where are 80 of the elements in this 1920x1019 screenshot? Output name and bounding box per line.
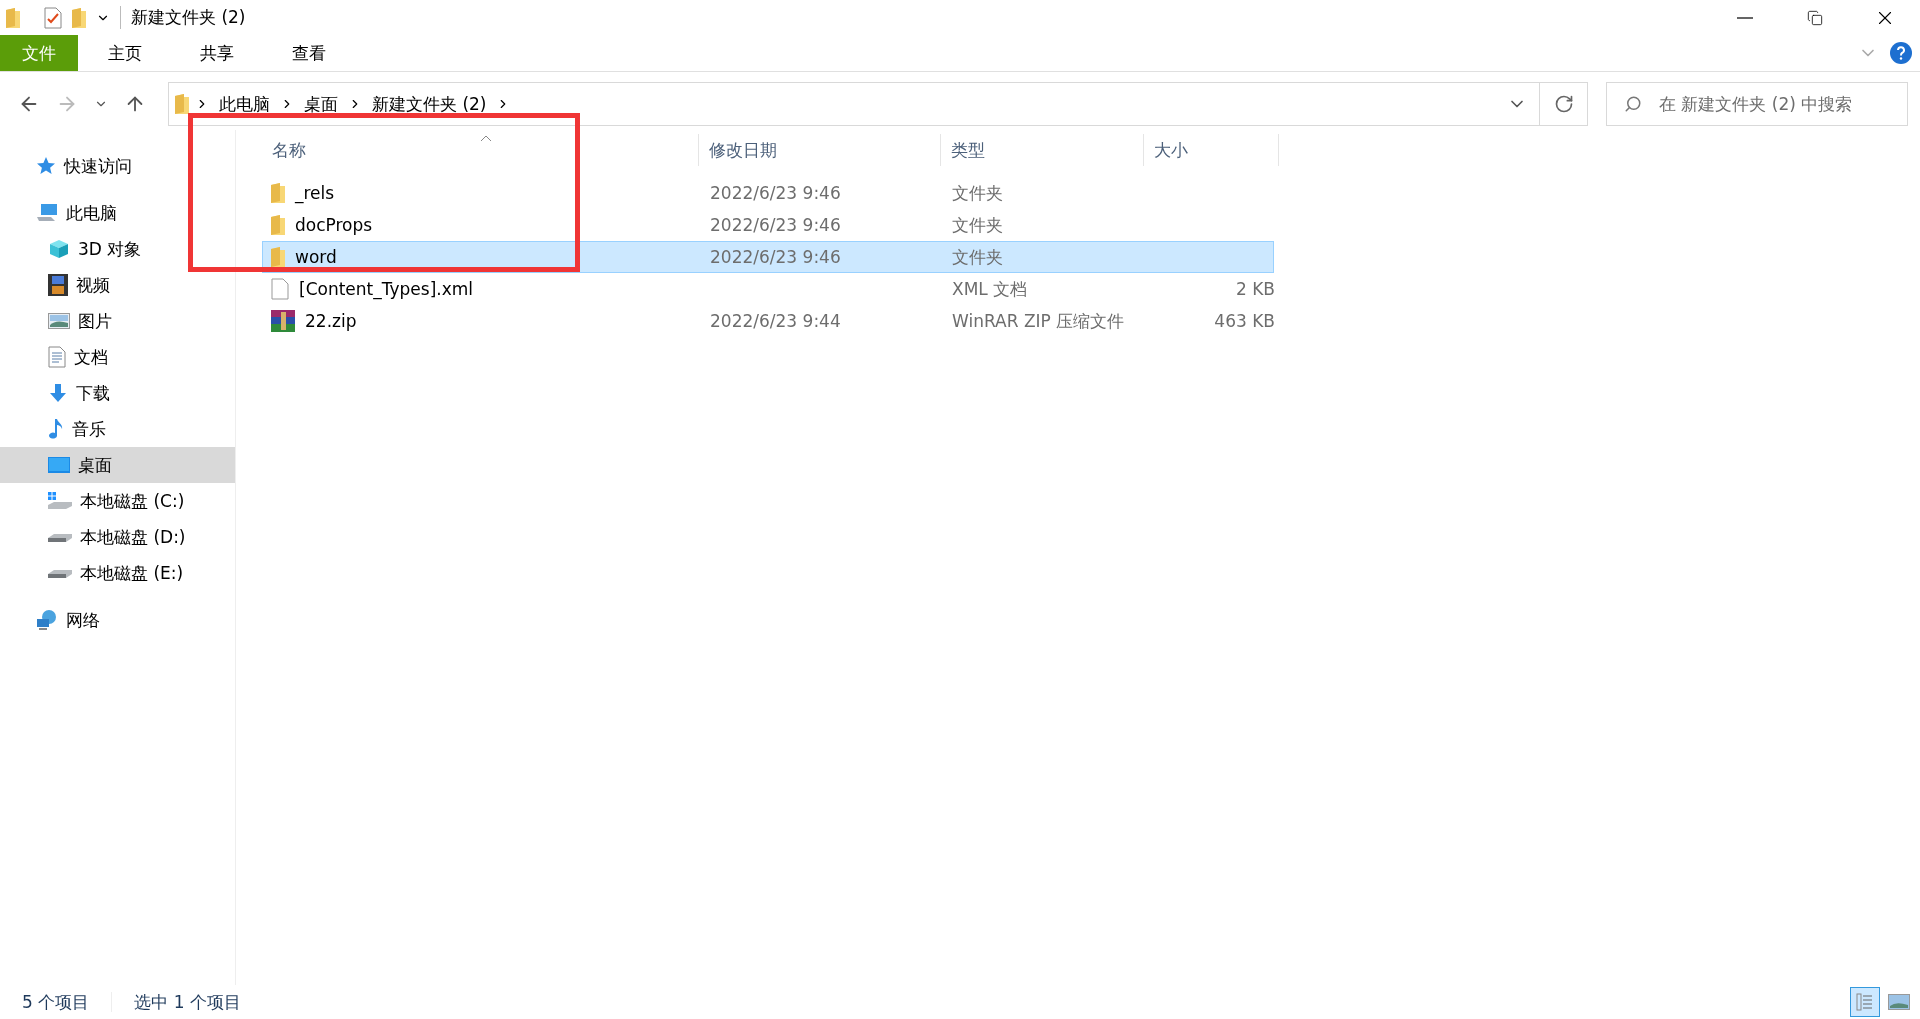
item-count: 5 个项目	[22, 990, 90, 1014]
document-icon	[48, 346, 66, 368]
drive-icon	[48, 531, 72, 543]
file-name: word	[295, 247, 337, 267]
breadcrumb[interactable]: 新建文件夹 (2)	[368, 92, 491, 116]
landscape-thumbnail-icon	[1888, 994, 1910, 1010]
breadcrumb[interactable]: 此电脑	[215, 92, 274, 116]
folder-icon	[271, 215, 285, 235]
modified-date: 2022/6/23 9:46	[709, 215, 841, 235]
file-name: _rels	[295, 183, 335, 203]
ribbon-tab[interactable]: 共享	[180, 35, 254, 71]
file-type: 文件夹	[951, 214, 1003, 235]
file-row[interactable]: 22.zip 2022/6/23 9:44 WinRAR ZIP 压缩文件 463 KB	[262, 305, 1274, 337]
column-header[interactable]: 大小	[1144, 134, 1279, 166]
file-size: 2 KB	[1235, 279, 1275, 299]
file-row[interactable]: docProps 2022/6/23 9:46 文件夹	[262, 209, 1274, 241]
modified-date: 2022/6/23 9:44	[709, 311, 841, 331]
sidebar-item[interactable]: 本地磁盘 (D:)	[0, 519, 235, 555]
sidebar-item[interactable]: 本地磁盘 (E:)	[0, 555, 235, 591]
file-size: 463 KB	[1214, 311, 1275, 331]
refresh-icon	[1553, 94, 1574, 114]
search-field[interactable]: 在 新建文件夹 (2) 中搜索	[1606, 82, 1908, 126]
sidebar-item[interactable]: 视频	[0, 267, 235, 303]
address-bar[interactable]: 此电脑 桌面 新建文件夹 (2)	[168, 82, 1541, 126]
checkmark-document-icon[interactable]	[44, 6, 62, 29]
film-icon	[48, 274, 68, 296]
sidebar-item[interactable]: 图片	[0, 303, 235, 339]
breadcrumb[interactable]: 桌面	[300, 92, 342, 116]
search-icon	[1624, 95, 1642, 113]
modified-date: 2022/6/23 9:46	[709, 247, 841, 267]
sidebar-item[interactable]: 快速访问	[0, 148, 235, 184]
sidebar-item[interactable]: 网络	[0, 602, 235, 638]
file-type: XML 文档	[951, 278, 1028, 299]
file-row[interactable]: _rels 2022/6/23 9:46 文件夹	[262, 177, 1274, 209]
file-type: WinRAR ZIP 压缩文件	[951, 310, 1125, 331]
column-header[interactable]: 名称	[262, 134, 699, 166]
folder-icon	[271, 183, 285, 203]
music-note-icon	[48, 418, 64, 440]
ribbon-tab[interactable]: 查看	[272, 35, 346, 71]
star-icon	[36, 156, 56, 176]
download-icon	[48, 383, 68, 403]
folder-icon	[175, 94, 189, 114]
sidebar-item[interactable]: 音乐	[0, 411, 235, 447]
file-type: 文件夹	[951, 246, 1003, 267]
file-name: [Content_Types].xml	[299, 279, 474, 299]
restore-icon	[1807, 9, 1823, 26]
modified-date: 2022/6/23 9:46	[709, 183, 841, 203]
file-icon	[271, 278, 289, 300]
network-icon	[36, 609, 58, 631]
sidebar-item[interactable]: 文档	[0, 339, 235, 375]
image-icon	[48, 313, 70, 329]
window-title: 新建文件夹 (2)	[120, 6, 246, 29]
help-icon[interactable]	[1890, 42, 1912, 64]
sidebar-item[interactable]: 下载	[0, 375, 235, 411]
desktop-icon	[48, 457, 70, 473]
cube-icon	[48, 239, 70, 259]
file-row[interactable]: word 2022/6/23 9:46 文件夹	[262, 241, 1274, 273]
column-header[interactable]: 类型	[941, 134, 1144, 166]
refresh-button[interactable]	[1540, 82, 1588, 126]
sidebar-item[interactable]: 桌面	[0, 447, 235, 483]
details-list-icon	[1855, 992, 1875, 1012]
sidebar-item[interactable]: 本地磁盘 (C:)	[0, 483, 235, 519]
selection-count: 选中 1 个项目	[134, 990, 241, 1014]
file-name: 22.zip	[305, 311, 357, 331]
ribbon-tab[interactable]: 主页	[88, 35, 162, 71]
folder-icon	[72, 7, 86, 28]
archive-icon	[271, 310, 295, 332]
folder-icon	[6, 7, 20, 28]
sidebar-item[interactable]: 此电脑	[0, 195, 235, 231]
file-type: 文件夹	[951, 182, 1003, 203]
file-row[interactable]: [Content_Types].xml XML 文档 2 KB	[262, 273, 1274, 305]
sort-caret-icon	[480, 134, 492, 142]
sidebar-item[interactable]: 3D 对象	[0, 231, 235, 267]
computer-icon	[36, 203, 58, 223]
folder-icon	[271, 247, 285, 267]
drive-icon	[48, 492, 72, 510]
drive-icon	[48, 567, 72, 579]
file-name: docProps	[295, 215, 373, 235]
column-header[interactable]: 修改日期	[699, 134, 941, 166]
minimize-icon	[1737, 16, 1753, 19]
